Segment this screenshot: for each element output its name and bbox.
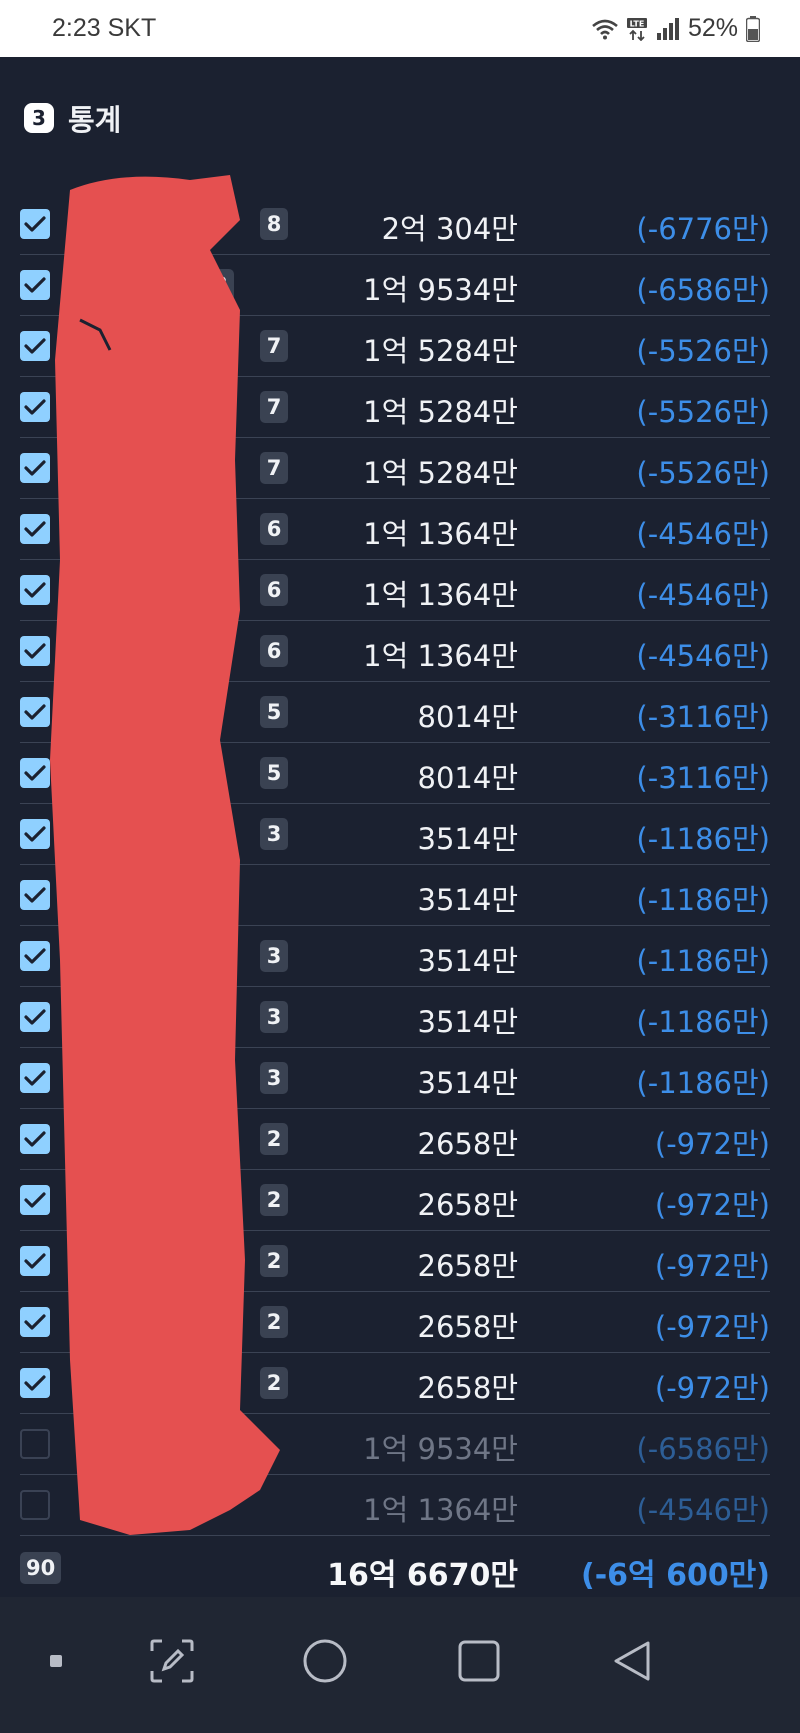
lte-icon: LTE — [626, 17, 648, 41]
diff-value: (-1186만) — [636, 883, 770, 917]
diff-value: (-3116만) — [636, 700, 770, 734]
overview-icon[interactable] — [447, 1629, 511, 1693]
total-diff: (-6억 600만) — [580, 1558, 770, 1593]
amount-value: 1억 9534만 — [363, 1432, 518, 1466]
diff-value: (-4546만) — [636, 639, 770, 673]
total-amount: 16억 6670만 — [327, 1558, 518, 1593]
diff-value: (-4546만) — [636, 517, 770, 551]
amount-value: 1억 5284만 — [363, 456, 518, 490]
diff-value: (-1186만) — [636, 822, 770, 856]
diff-value: (-4546만) — [636, 578, 770, 612]
redaction-scribble — [50, 175, 280, 1535]
total-row: 90 16억 6670만 (-6억 600만) — [20, 1536, 770, 1602]
diff-value: (-972만) — [654, 1371, 770, 1405]
amount-value: 1억 1364만 — [363, 1493, 518, 1527]
status-bar: 2:23 SKT LTE 52% — [0, 0, 800, 57]
diff-value: (-972만) — [654, 1310, 770, 1344]
diff-value: (-972만) — [654, 1188, 770, 1222]
amount-value: 1억 1364만 — [363, 578, 518, 612]
diff-value: (-972만) — [654, 1127, 770, 1161]
home-icon[interactable] — [293, 1629, 357, 1693]
amount-value: 2658만 — [417, 1127, 518, 1161]
diff-value: (-6776만) — [636, 212, 770, 246]
recent-dot-icon[interactable] — [24, 1629, 88, 1693]
screen-capture-icon[interactable] — [140, 1629, 204, 1693]
diff-value: (-3116만) — [636, 761, 770, 795]
amount-value: 3514만 — [417, 883, 518, 917]
diff-value: (-6586만) — [636, 1432, 770, 1466]
diff-value: (-6586만) — [636, 273, 770, 307]
wifi-icon — [592, 18, 618, 40]
section-header: 3 통계 — [24, 97, 121, 139]
diff-value: (-5526만) — [636, 456, 770, 490]
diff-value: (-1186만) — [636, 1005, 770, 1039]
signal-icon — [656, 17, 680, 40]
amount-value: 1억 1364만 — [363, 517, 518, 551]
battery-icon — [746, 15, 760, 42]
amount-value: 2658만 — [417, 1188, 518, 1222]
total-count-badge: 90 — [20, 1552, 62, 1584]
amount-value: 2658만 — [417, 1371, 518, 1405]
amount-value: 3514만 — [417, 944, 518, 978]
svg-text:LTE: LTE — [630, 19, 645, 28]
diff-value: (-1186만) — [636, 944, 770, 978]
amount-value: 1억 1364만 — [363, 639, 518, 673]
status-time: 2:23 SKT — [52, 14, 157, 42]
amount-value: 3514만 — [417, 822, 518, 856]
amount-value: 2658만 — [417, 1249, 518, 1283]
diff-value: (-1186만) — [636, 1066, 770, 1100]
amount-value: 8014만 — [417, 761, 518, 795]
diff-value: (-4546만) — [636, 1493, 770, 1527]
section-title: 통계 — [68, 103, 122, 137]
amount-value: 1억 5284만 — [363, 334, 518, 368]
amount-value: 2658만 — [417, 1310, 518, 1344]
amount-value: 1억 9534만 — [363, 273, 518, 307]
amount-value: 3514만 — [417, 1005, 518, 1039]
diff-value: (-972만) — [654, 1249, 770, 1283]
amount-value: 1억 5284만 — [363, 395, 518, 429]
status-icons: LTE 52% — [592, 14, 760, 43]
diff-value: (-5526만) — [636, 334, 770, 368]
diff-value: (-5526만) — [636, 395, 770, 429]
section-number-badge: 3 — [24, 103, 54, 133]
back-icon[interactable] — [600, 1629, 664, 1693]
system-nav-bar — [0, 1597, 800, 1733]
amount-value: 2억 304만 — [381, 212, 518, 246]
battery-percent: 52% — [687, 14, 738, 42]
amount-value: 3514만 — [417, 1066, 518, 1100]
amount-value: 8014만 — [417, 700, 518, 734]
